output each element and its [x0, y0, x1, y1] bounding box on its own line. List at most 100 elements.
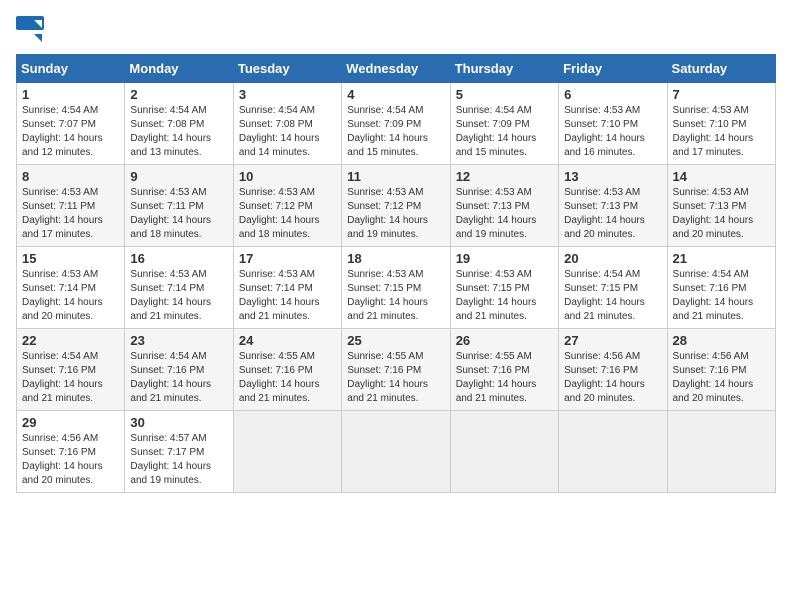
day-number: 25 — [347, 333, 444, 348]
calendar-cell: 14 Sunrise: 4:53 AM Sunset: 7:13 PM Dayli… — [667, 165, 775, 247]
calendar-cell: 24 Sunrise: 4:55 AM Sunset: 7:16 PM Dayli… — [233, 329, 341, 411]
header-day: Sunday — [17, 55, 125, 83]
day-info: Sunrise: 4:54 AM Sunset: 7:16 PM Dayligh… — [673, 268, 770, 324]
day-info: Sunrise: 4:57 AM Sunset: 7:17 PM Dayligh… — [130, 432, 227, 488]
calendar-cell: 30 Sunrise: 4:57 AM Sunset: 7:17 PM Dayli… — [125, 411, 233, 493]
logo — [16, 16, 48, 44]
calendar-cell: 11 Sunrise: 4:53 AM Sunset: 7:12 PM Dayli… — [342, 165, 450, 247]
day-info: Sunrise: 4:56 AM Sunset: 7:16 PM Dayligh… — [22, 432, 119, 488]
day-number: 28 — [673, 333, 770, 348]
day-number: 24 — [239, 333, 336, 348]
day-info: Sunrise: 4:54 AM Sunset: 7:16 PM Dayligh… — [130, 350, 227, 406]
calendar-cell: 4 Sunrise: 4:54 AM Sunset: 7:09 PM Daylig… — [342, 83, 450, 165]
day-number: 27 — [564, 333, 661, 348]
calendar-cell: 7Sunrise: 4:53 AM Sunset: 7:10 PM Daylig… — [667, 83, 775, 165]
calendar-cell: 1 Sunrise: 4:54 AM Sunset: 7:07 PM Daylig… — [17, 83, 125, 165]
header-day: Thursday — [450, 55, 558, 83]
calendar-header: SundayMondayTuesdayWednesdayThursdayFrid… — [17, 55, 776, 83]
day-number: 21 — [673, 251, 770, 266]
day-number: 3 — [239, 87, 336, 102]
day-info: Sunrise: 4:54 AM Sunset: 7:09 PM Dayligh… — [347, 104, 444, 160]
calendar-cell: 27 Sunrise: 4:56 AM Sunset: 7:16 PM Dayli… — [559, 329, 667, 411]
calendar-cell: 18Sunrise: 4:53 AM Sunset: 7:15 PM Dayli… — [342, 247, 450, 329]
calendar-cell: 9Sunrise: 4:53 AM Sunset: 7:11 PM Daylig… — [125, 165, 233, 247]
day-info: Sunrise: 4:53 AM Sunset: 7:12 PM Dayligh… — [239, 186, 336, 242]
day-number: 11 — [347, 169, 444, 184]
calendar-week: 8 Sunrise: 4:53 AM Sunset: 7:11 PM Daylig… — [17, 165, 776, 247]
day-number: 19 — [456, 251, 553, 266]
day-info: Sunrise: 4:55 AM Sunset: 7:16 PM Dayligh… — [239, 350, 336, 406]
calendar-cell: 6 Sunrise: 4:53 AM Sunset: 7:10 PM Daylig… — [559, 83, 667, 165]
calendar-cell — [667, 411, 775, 493]
header-row: SundayMondayTuesdayWednesdayThursdayFrid… — [17, 55, 776, 83]
day-info: Sunrise: 4:53 AM Sunset: 7:11 PM Dayligh… — [22, 186, 119, 242]
calendar-body: 1 Sunrise: 4:54 AM Sunset: 7:07 PM Daylig… — [17, 83, 776, 493]
calendar-cell: 21 Sunrise: 4:54 AM Sunset: 7:16 PM Dayli… — [667, 247, 775, 329]
day-info: Sunrise: 4:53 AM Sunset: 7:14 PM Dayligh… — [239, 268, 336, 324]
calendar-cell: 3 Sunrise: 4:54 AM Sunset: 7:08 PM Daylig… — [233, 83, 341, 165]
page-header — [16, 16, 776, 44]
day-number: 5 — [456, 87, 553, 102]
header-day: Friday — [559, 55, 667, 83]
day-number: 6 — [564, 87, 661, 102]
day-number: 12 — [456, 169, 553, 184]
day-info: Sunrise: 4:53 AM Sunset: 7:14 PM Dayligh… — [22, 268, 119, 324]
day-info: Sunrise: 4:54 AM Sunset: 7:08 PM Dayligh… — [239, 104, 336, 160]
day-number: 10 — [239, 169, 336, 184]
day-info: Sunrise: 4:53 AM Sunset: 7:10 PM Dayligh… — [673, 104, 770, 160]
calendar-cell: 26Sunrise: 4:55 AM Sunset: 7:16 PM Dayli… — [450, 329, 558, 411]
calendar-week: 29 Sunrise: 4:56 AM Sunset: 7:16 PM Dayli… — [17, 411, 776, 493]
day-info: Sunrise: 4:56 AM Sunset: 7:16 PM Dayligh… — [673, 350, 770, 406]
calendar-cell: 22Sunrise: 4:54 AM Sunset: 7:16 PM Dayli… — [17, 329, 125, 411]
calendar-cell — [342, 411, 450, 493]
day-number: 14 — [673, 169, 770, 184]
day-info: Sunrise: 4:53 AM Sunset: 7:12 PM Dayligh… — [347, 186, 444, 242]
calendar-cell — [559, 411, 667, 493]
calendar-cell: 25 Sunrise: 4:55 AM Sunset: 7:16 PM Dayli… — [342, 329, 450, 411]
calendar-cell: 20Sunrise: 4:54 AM Sunset: 7:15 PM Dayli… — [559, 247, 667, 329]
day-info: Sunrise: 4:55 AM Sunset: 7:16 PM Dayligh… — [456, 350, 553, 406]
day-info: Sunrise: 4:54 AM Sunset: 7:08 PM Dayligh… — [130, 104, 227, 160]
logo-icon — [16, 16, 44, 44]
day-info: Sunrise: 4:53 AM Sunset: 7:13 PM Dayligh… — [456, 186, 553, 242]
day-info: Sunrise: 4:53 AM Sunset: 7:13 PM Dayligh… — [673, 186, 770, 242]
header-day: Tuesday — [233, 55, 341, 83]
day-number: 8 — [22, 169, 119, 184]
calendar-cell — [450, 411, 558, 493]
calendar-cell: 15 Sunrise: 4:53 AM Sunset: 7:14 PM Dayli… — [17, 247, 125, 329]
calendar-cell: 13Sunrise: 4:53 AM Sunset: 7:13 PM Dayli… — [559, 165, 667, 247]
header-day: Saturday — [667, 55, 775, 83]
day-number: 1 — [22, 87, 119, 102]
day-number: 30 — [130, 415, 227, 430]
day-info: Sunrise: 4:53 AM Sunset: 7:15 PM Dayligh… — [347, 268, 444, 324]
calendar-cell: 12 Sunrise: 4:53 AM Sunset: 7:13 PM Dayli… — [450, 165, 558, 247]
calendar-cell: 16Sunrise: 4:53 AM Sunset: 7:14 PM Dayli… — [125, 247, 233, 329]
calendar-cell — [233, 411, 341, 493]
day-info: Sunrise: 4:56 AM Sunset: 7:16 PM Dayligh… — [564, 350, 661, 406]
day-info: Sunrise: 4:54 AM Sunset: 7:16 PM Dayligh… — [22, 350, 119, 406]
day-info: Sunrise: 4:53 AM Sunset: 7:15 PM Dayligh… — [456, 268, 553, 324]
calendar-table: SundayMondayTuesdayWednesdayThursdayFrid… — [16, 54, 776, 493]
calendar-cell: 19 Sunrise: 4:53 AM Sunset: 7:15 PM Dayli… — [450, 247, 558, 329]
calendar-cell: 10 Sunrise: 4:53 AM Sunset: 7:12 PM Dayli… — [233, 165, 341, 247]
day-info: Sunrise: 4:53 AM Sunset: 7:10 PM Dayligh… — [564, 104, 661, 160]
day-info: Sunrise: 4:53 AM Sunset: 7:13 PM Dayligh… — [564, 186, 661, 242]
day-number: 2 — [130, 87, 227, 102]
day-info: Sunrise: 4:54 AM Sunset: 7:07 PM Dayligh… — [22, 104, 119, 160]
header-day: Wednesday — [342, 55, 450, 83]
day-number: 4 — [347, 87, 444, 102]
calendar-cell: 17Sunrise: 4:53 AM Sunset: 7:14 PM Dayli… — [233, 247, 341, 329]
day-number: 15 — [22, 251, 119, 266]
calendar-week: 22Sunrise: 4:54 AM Sunset: 7:16 PM Dayli… — [17, 329, 776, 411]
calendar-cell: 8 Sunrise: 4:53 AM Sunset: 7:11 PM Daylig… — [17, 165, 125, 247]
calendar-cell: 2 Sunrise: 4:54 AM Sunset: 7:08 PM Daylig… — [125, 83, 233, 165]
day-number: 29 — [22, 415, 119, 430]
calendar-cell: 5Sunrise: 4:54 AM Sunset: 7:09 PM Daylig… — [450, 83, 558, 165]
day-number: 23 — [130, 333, 227, 348]
header-day: Monday — [125, 55, 233, 83]
calendar-cell: 29 Sunrise: 4:56 AM Sunset: 7:16 PM Dayli… — [17, 411, 125, 493]
day-number: 9 — [130, 169, 227, 184]
calendar-cell: 23 Sunrise: 4:54 AM Sunset: 7:16 PM Dayli… — [125, 329, 233, 411]
calendar-week: 15 Sunrise: 4:53 AM Sunset: 7:14 PM Dayli… — [17, 247, 776, 329]
day-info: Sunrise: 4:55 AM Sunset: 7:16 PM Dayligh… — [347, 350, 444, 406]
